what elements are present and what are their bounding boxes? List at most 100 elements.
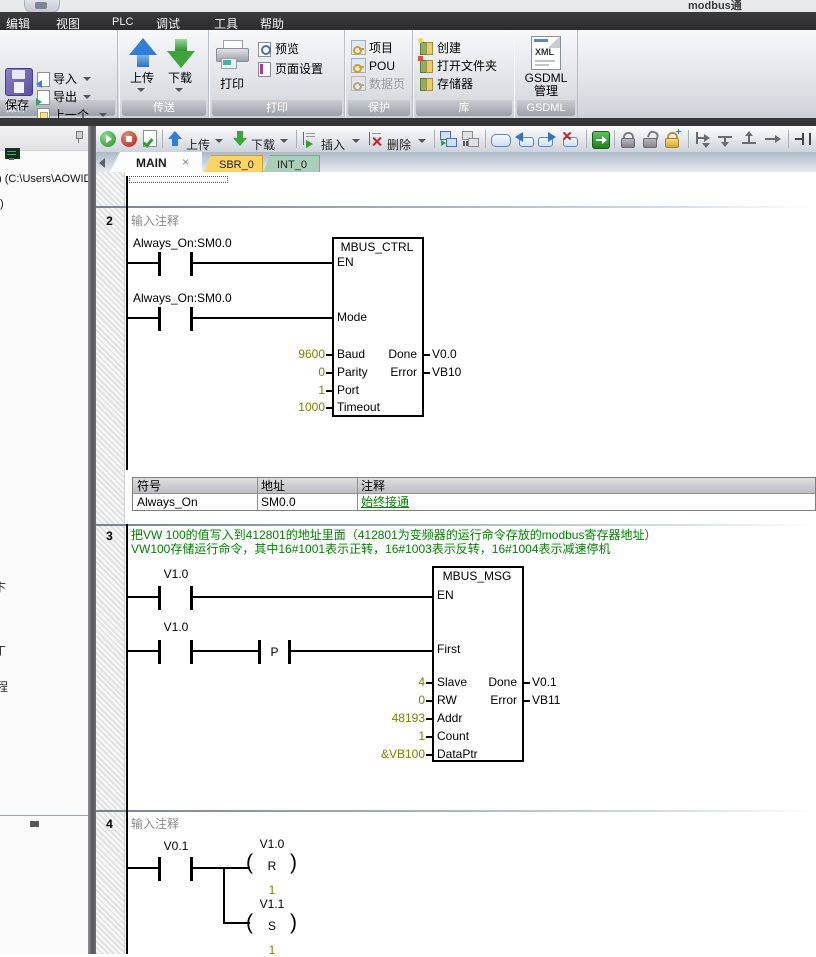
project-path-fragment[interactable]: ) (C:\Users\AOWID [0,173,92,185]
row-up-icon[interactable] [741,131,759,147]
coil-operand[interactable]: 1 [252,944,292,957]
import-button[interactable]: 导入 [37,72,97,87]
upload-big-button[interactable]: 上传 [125,36,161,100]
network3-comment-line2[interactable]: VW100存储运行命令，其中16#1001表示正转，16#1003表示反转，16… [131,543,611,556]
tree-item-fragment-3[interactable]: 程 [0,681,8,694]
mbus-msg-pin-en: EN [437,589,454,602]
contact-always-on-1[interactable] [158,252,193,276]
network-divider [96,810,816,812]
save-button[interactable]: 保存 [2,66,34,118]
upload-button[interactable]: 上传 [167,129,227,149]
open-folder-button[interactable]: 打开文件夹 [419,58,511,73]
play-icon [106,135,112,143]
insert-button[interactable]: 插入 [302,129,364,149]
mbus-ctrl-pin-error: Error [370,366,417,379]
contact-v01[interactable] [158,857,193,881]
pin-stub [522,682,530,684]
bookmark-prev-icon[interactable] [515,132,533,146]
branch-down-icon[interactable] [694,131,712,147]
operand-value[interactable]: 0 [265,366,325,379]
previous-button[interactable]: 上一个 [37,108,112,118]
symbol-table-row: Always_On SM0.0 始终接通 [133,494,815,510]
contact-v10-en[interactable] [158,586,193,610]
export-icon [37,90,50,105]
coil-reset[interactable]: V1.0 ( ) R 1 [244,838,300,894]
menu-plc[interactable]: PLC [112,16,133,28]
address-cell[interactable]: SM0.0 [261,496,296,509]
gsdml-manage-button[interactable]: XML GSDML 管理 [520,36,572,100]
operand-value[interactable]: 4 [365,676,425,689]
upload-big-label: 上传 [130,72,154,85]
print-big-button[interactable]: 打印 [214,38,252,100]
run-button[interactable] [100,131,116,147]
pin-icon[interactable] [74,131,83,143]
goto-icon[interactable] [592,131,610,149]
operand-value[interactable]: 0 [365,694,425,707]
tab-main-close-icon[interactable]: × [182,155,189,169]
bookmark-clear-icon[interactable] [562,132,580,146]
edge-contact-p[interactable]: P [258,640,291,664]
bookmark-next-icon[interactable] [538,132,556,146]
program-status-on-icon[interactable] [440,131,457,147]
project-node-icon[interactable] [5,148,20,161]
memory-icon [419,76,432,89]
export-button[interactable]: 导出 [37,90,97,105]
coil-set[interactable]: V1.1 ( ) S 1 [244,898,300,954]
tab-sbr0[interactable]: SBR_0 [204,155,263,173]
delete-caret-icon [418,139,426,143]
tree-item-fragment-1[interactable]: 卞 [0,581,6,594]
network3-comment-line1[interactable]: 把VW 100的值写入到412801的地址里面（412801为变频器的运行命令存… [131,529,656,542]
operand-value[interactable]: 1 [365,730,425,743]
sidebar-panel: ) (C:\Users\AOWID ) 卞 丁 程 [0,126,88,954]
symbol-cell[interactable]: Always_On [137,496,198,509]
page-setup-button[interactable]: 页面设置 [258,62,338,77]
project-protect-button[interactable]: 项目 [351,40,409,55]
unlock-icon[interactable] [642,131,657,147]
insert-caret-icon [352,139,360,143]
tab-main[interactable]: MAIN × [110,152,202,172]
window-band [0,118,816,126]
tab-strip: MAIN × SBR_0 INT_0 [96,152,816,173]
lock-icon[interactable] [620,131,635,147]
branch-merge-icon[interactable] [717,131,735,147]
operand-value[interactable]: &VB100 [365,748,425,761]
ribbon-group-gsdml-label: GSDML [517,100,575,116]
symbol-table-header: 符号 地址 注释 [133,478,815,494]
operand-value[interactable]: 48193 [365,712,425,725]
operand-value[interactable]: V0.0 [432,348,457,361]
operand-value[interactable]: 1 [265,384,325,397]
contact-tool-icon[interactable] [794,131,814,147]
comment-cell[interactable]: 始终接通 [361,496,409,509]
program-status-off-icon[interactable] [462,131,479,147]
delete-button[interactable]: 删除 [368,129,430,149]
quick-access-toolbar[interactable] [24,0,60,12]
download-big-button[interactable]: 下载 [163,36,199,100]
row-right-icon[interactable] [764,131,782,147]
open-folder-icon [419,58,432,71]
operand-value[interactable]: VB10 [432,366,461,379]
add-lock-icon[interactable] [664,131,681,147]
coil-operand[interactable]: 1 [252,884,292,897]
network4-comment[interactable]: 输入注释 [131,818,179,831]
tab-int0[interactable]: INT_0 [263,155,320,173]
bookmark-toggle-icon[interactable] [491,134,511,147]
compile-button[interactable] [142,130,157,148]
memory-button[interactable]: 存储器 [419,76,499,91]
contact-always-on-2[interactable] [158,307,193,331]
panel-splitter[interactable] [88,126,96,954]
operand-value[interactable]: 9600 [265,348,325,361]
create-library-button[interactable]: 创建 [419,40,499,55]
upload-label: 上传 [186,136,210,153]
stop-button[interactable] [121,131,137,147]
operand-value[interactable]: V0.1 [532,676,557,689]
pou-protect-button[interactable]: POU [351,58,409,73]
operand-value[interactable]: VB11 [532,694,560,707]
operand-value[interactable]: 1000 [265,401,325,414]
tree-item-fragment-2[interactable]: 丁 [0,645,6,658]
tab-scroll-left-icon[interactable] [99,158,105,168]
contact-v10-first[interactable] [158,640,193,664]
download-button[interactable]: 下载 [232,129,292,149]
pin-stub [426,754,432,756]
preview-button[interactable]: 预览 [258,42,328,57]
network2-comment[interactable]: 输入注释 [131,215,179,228]
